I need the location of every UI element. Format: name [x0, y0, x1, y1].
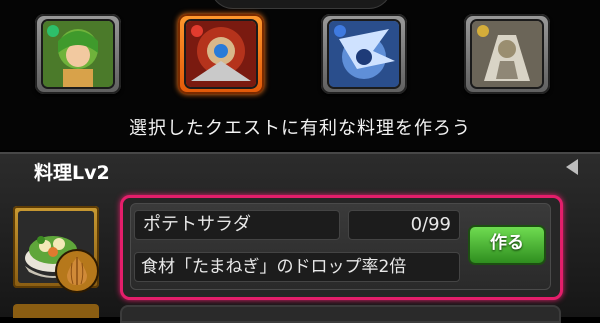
green-haired-character-icon [43, 21, 113, 87]
red-machine-character-icon [186, 21, 256, 87]
section-title: 料理Lv2 [34, 162, 110, 184]
recipe-name: ポテトサラダ [134, 210, 340, 240]
next-recipe-card[interactable] [120, 305, 561, 323]
recipe-count: 0/99 [348, 210, 460, 240]
blue-dragon-character-icon [329, 21, 399, 87]
top-handle [210, 0, 392, 9]
next-dish-icon [13, 304, 99, 318]
quest-button-2[interactable] [178, 14, 264, 94]
silver-mech-character-icon [472, 21, 542, 87]
make-button[interactable]: 作る [468, 225, 546, 265]
quest-button-4[interactable] [464, 14, 550, 94]
onion-icon [57, 251, 97, 291]
hint-text: 選択したクエストに有利な料理を作ろう [129, 118, 471, 139]
quest-button-1[interactable] [35, 14, 121, 94]
quest-button-3[interactable] [321, 14, 407, 94]
recipe-effect: 食材「たまねぎ」のドロップ率2倍 [134, 252, 460, 282]
collapse-arrow-icon[interactable] [566, 159, 578, 175]
